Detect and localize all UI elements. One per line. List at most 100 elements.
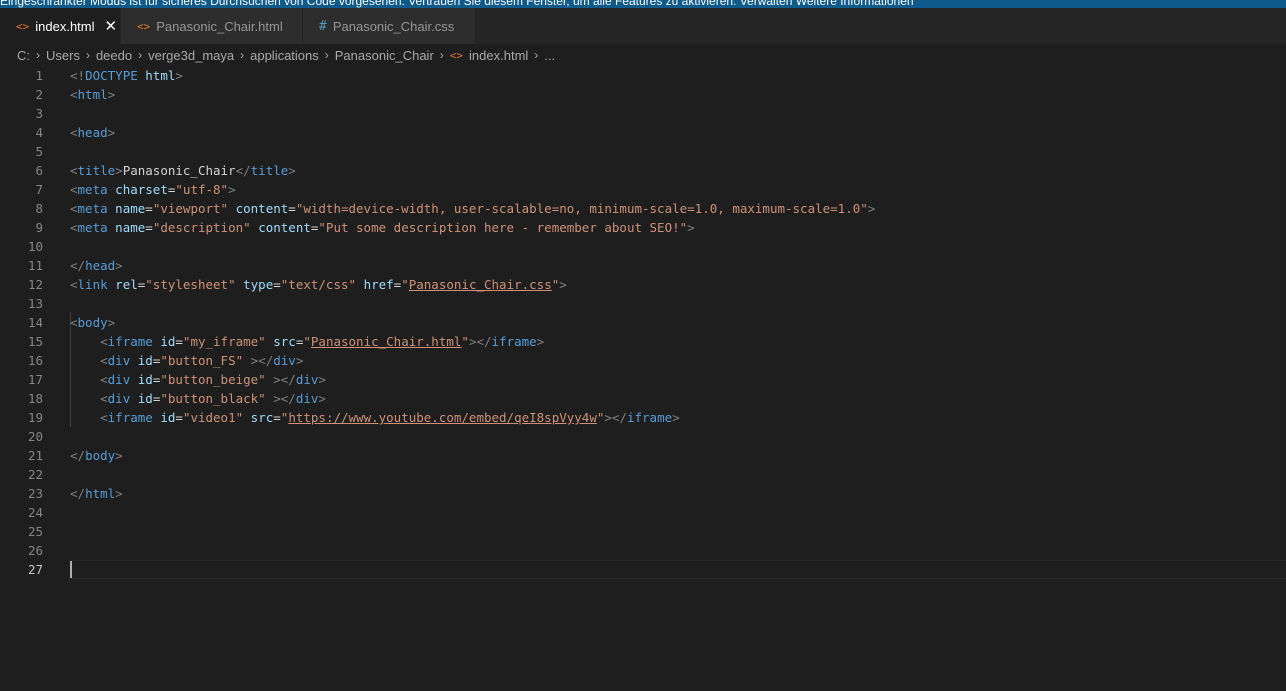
token: Panasonic_Chair bbox=[122, 163, 236, 178]
code-line[interactable]: 3 bbox=[0, 104, 1286, 123]
token: "my_iframe" bbox=[182, 334, 266, 349]
code-line[interactable]: 19 <iframe id="video1" src="https://www.… bbox=[0, 408, 1286, 427]
code-line[interactable]: 9 <meta name="description" content="Put s… bbox=[0, 218, 1286, 237]
code-editor[interactable]: 1 <!DOCTYPE html> 2 <html> 3 4 <head> 5 6 <t… bbox=[0, 66, 1286, 691]
chevron-right-icon: › bbox=[138, 48, 143, 62]
code-line[interactable]: 16 <div id="button_FS" ></div> bbox=[0, 351, 1286, 370]
token: "button_beige" bbox=[160, 372, 266, 387]
line-number: 22 bbox=[27, 467, 43, 482]
line-number: 27 bbox=[27, 562, 43, 577]
code-line[interactable]: 27 bbox=[0, 560, 1286, 579]
restricted-mode-banner[interactable]: Eingeschränkter Modus ist für sicheres D… bbox=[0, 0, 1286, 8]
line-number: 12 bbox=[27, 277, 43, 292]
line-number: 23 bbox=[27, 486, 43, 501]
breadcrumb-item[interactable]: index.html bbox=[469, 48, 528, 63]
html-file-icon: <> bbox=[137, 19, 151, 33]
tab-panasonic-chair-css[interactable]: # Panasonic_Chair.css bbox=[303, 8, 476, 44]
html-file-icon: <> bbox=[16, 19, 30, 33]
code-line[interactable]: 26 bbox=[0, 541, 1286, 560]
token: id bbox=[160, 410, 176, 425]
code-line[interactable]: 18 <div id="button_black" ></div> bbox=[0, 389, 1286, 408]
code-line[interactable]: 5 bbox=[0, 142, 1286, 161]
token: DOCTYPE bbox=[85, 68, 138, 83]
code-line[interactable]: 6 <title>Panasonic_Chair</title> bbox=[0, 161, 1286, 180]
token: name bbox=[115, 220, 146, 235]
tab-panasonic-chair-html[interactable]: <> Panasonic_Chair.html bbox=[121, 8, 303, 44]
breadcrumb-item[interactable]: deedo bbox=[96, 48, 132, 63]
code-line[interactable]: 12 <link rel="stylesheet" type="text/css"… bbox=[0, 275, 1286, 294]
line-number: 5 bbox=[35, 144, 43, 159]
token: < bbox=[70, 125, 78, 140]
token: < bbox=[100, 334, 108, 349]
token: ></ bbox=[265, 372, 296, 387]
token: meta bbox=[77, 220, 108, 235]
token: "description" bbox=[152, 220, 251, 235]
breadcrumb-item[interactable]: Users bbox=[46, 48, 80, 63]
token: id bbox=[137, 391, 153, 406]
code-line[interactable]: 25 bbox=[0, 522, 1286, 541]
css-file-icon: # bbox=[319, 18, 327, 34]
token: > bbox=[107, 87, 116, 102]
token: body bbox=[77, 315, 108, 330]
code-line[interactable]: 21 </body> bbox=[0, 446, 1286, 465]
token: > bbox=[288, 163, 296, 178]
code-line[interactable]: 1 <!DOCTYPE html> bbox=[0, 66, 1286, 85]
token: "viewport" bbox=[152, 201, 229, 216]
line-number: 4 bbox=[35, 125, 43, 140]
line-number: 8 bbox=[35, 201, 43, 216]
token: " bbox=[461, 334, 469, 349]
token: charset bbox=[115, 182, 168, 197]
token: > bbox=[687, 220, 695, 235]
tab-index-html[interactable]: <> index.html ✕ bbox=[0, 8, 121, 44]
token: </ bbox=[70, 486, 86, 501]
token: < bbox=[100, 353, 108, 368]
token: > bbox=[672, 410, 680, 425]
code-line[interactable]: 4 <head> bbox=[0, 123, 1286, 142]
token: html bbox=[85, 486, 116, 501]
token: div bbox=[107, 391, 131, 406]
code-line[interactable]: 10 bbox=[0, 237, 1286, 256]
token: iframe bbox=[491, 334, 537, 349]
code-line[interactable]: 14 <body> bbox=[0, 313, 1286, 332]
chevron-right-icon: › bbox=[36, 48, 40, 62]
token: div bbox=[107, 353, 131, 368]
tab-label: Panasonic_Chair.html bbox=[156, 18, 283, 34]
code-line[interactable]: 7 <meta charset="utf-8"> bbox=[0, 180, 1286, 199]
breadcrumb-item[interactable]: C: bbox=[17, 48, 30, 63]
code-line[interactable]: 22 bbox=[0, 465, 1286, 484]
breadcrumb-item[interactable]: verge3d_maya bbox=[148, 48, 234, 63]
token: < bbox=[100, 391, 108, 406]
token: = bbox=[288, 201, 296, 216]
code-line[interactable]: 17 <div id="button_beige" ></div> bbox=[0, 370, 1286, 389]
line-number: 25 bbox=[27, 524, 43, 539]
code-line[interactable]: 13 bbox=[0, 294, 1286, 313]
code-line[interactable]: 24 bbox=[0, 503, 1286, 522]
token: src bbox=[250, 410, 274, 425]
token: > bbox=[115, 448, 123, 463]
line-number: 2 bbox=[35, 87, 43, 102]
file-link[interactable]: Panasonic_Chair.html bbox=[311, 334, 462, 349]
line-number: 3 bbox=[35, 106, 43, 121]
tab-label: index.html bbox=[35, 18, 95, 34]
code-line[interactable]: 15 <iframe id="my_iframe" src="Panasonic… bbox=[0, 332, 1286, 351]
token: < bbox=[70, 182, 78, 197]
code-line[interactable]: 8 <meta name="viewport" content="width=de… bbox=[0, 199, 1286, 218]
token: head bbox=[77, 125, 108, 140]
file-link[interactable]: Panasonic_Chair.css bbox=[409, 277, 552, 292]
line-number: 18 bbox=[27, 391, 43, 406]
token: src bbox=[273, 334, 296, 349]
token: = bbox=[175, 410, 183, 425]
breadcrumb-item[interactable]: Panasonic_Chair bbox=[335, 48, 434, 63]
chevron-right-icon: › bbox=[439, 48, 444, 62]
line-number: 9 bbox=[35, 220, 43, 235]
breadcrumb-item[interactable]: applications bbox=[250, 48, 319, 63]
code-line[interactable]: 11 </head> bbox=[0, 256, 1286, 275]
token: iframe bbox=[107, 410, 153, 425]
code-line[interactable]: 2 <html> bbox=[0, 85, 1286, 104]
code-line[interactable]: 20 bbox=[0, 427, 1286, 446]
url-link[interactable]: https://www.youtube.com/embed/qeI8spVyy4… bbox=[288, 410, 597, 425]
breadcrumb-item[interactable]: ... bbox=[544, 48, 555, 63]
close-icon[interactable]: ✕ bbox=[105, 17, 118, 35]
code-line[interactable]: 23 </html> bbox=[0, 484, 1286, 503]
